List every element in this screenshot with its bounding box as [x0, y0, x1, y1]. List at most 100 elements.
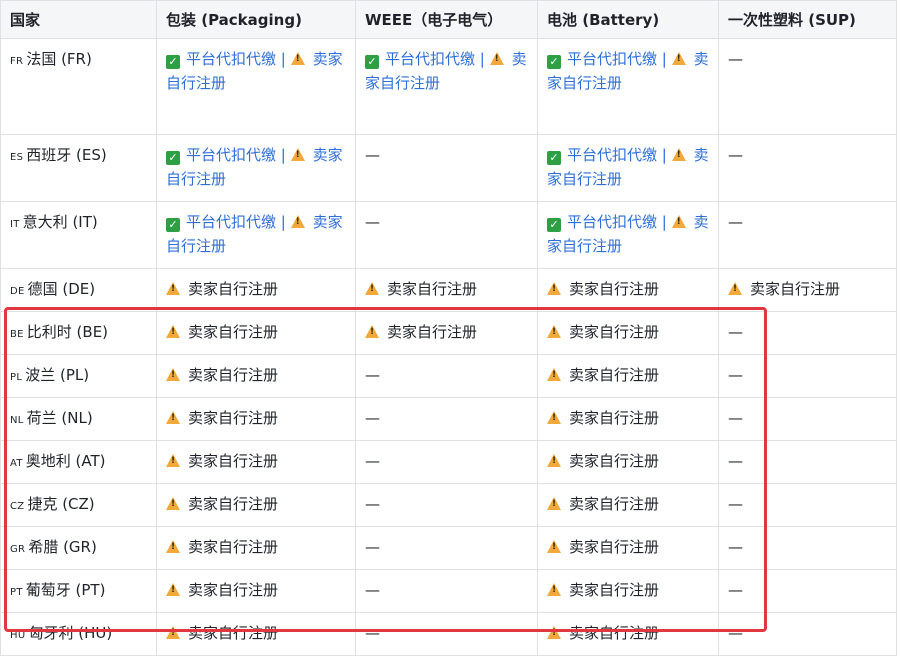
header-country: 国家 [0, 0, 157, 39]
platform-withhold-label: 平台代扣代缴 | [186, 213, 286, 231]
country-code: AT [10, 458, 23, 469]
table-row: IT意大利 (IT)✓平台代扣代缴 | 卖家自行注册—✓平台代扣代缴 | 卖家自… [0, 201, 897, 269]
seller-register-label: 卖家自行注册 [569, 323, 660, 341]
status-cell: ✓平台代扣代缴 | 卖家自行注册 [156, 38, 356, 135]
not-applicable-dash: — [728, 409, 743, 427]
table-row: CZ捷克 (CZ) 卖家自行注册 — 卖家自行注册 — [0, 483, 897, 527]
country-name: 意大利 (IT) [22, 213, 98, 231]
country-cell: FR 法国 (FR) [0, 38, 157, 135]
status-cell: — [718, 201, 897, 269]
warning-icon [547, 411, 561, 424]
warning-icon [671, 52, 686, 65]
country-code: PL [10, 372, 23, 383]
status-cell: 卖家自行注册 [156, 397, 356, 441]
warning-icon [547, 325, 561, 338]
header-battery: 电池 (Battery) [537, 0, 719, 39]
country-code: HU [10, 630, 26, 641]
table-row: NL荷兰 (NL) 卖家自行注册 — 卖家自行注册 — [0, 397, 897, 441]
country-name: 荷兰 (NL) [26, 409, 93, 427]
country-code: DE [10, 286, 25, 297]
seller-register-label: 卖家自行注册 [188, 538, 279, 556]
checkmark-icon: ✓ [547, 218, 561, 232]
seller-register-label: 卖家自行注册 [569, 452, 660, 470]
table-row: BE比利时 (BE) 卖家自行注册 卖家自行注册 卖家自行注册 — [0, 311, 897, 355]
table-header-row: 国家 包装 (Packaging) WEEE（电子电气） 电池 (Battery… [0, 0, 897, 39]
seller-register-label: 卖家自行注册 [188, 366, 279, 384]
not-applicable-dash: — [728, 50, 743, 68]
table-body: FR法国 (FR) ✓ 平台代扣代缴 | 卖家自行注册 ✓ 平台代扣代缴 | 卖家自行注… [0, 38, 897, 656]
warning-icon [166, 368, 180, 381]
status-cell: ✓平台代扣代缴 | 卖家自行注册 [537, 38, 719, 135]
warning-icon [166, 325, 180, 338]
seller-register-label: 卖家自行注册 [569, 538, 660, 556]
not-applicable-dash: — [728, 538, 743, 556]
warning-icon [166, 626, 180, 639]
header-weee: WEEE（电子电气） [355, 0, 538, 39]
status-cell: 卖家自行注册 [156, 526, 356, 570]
status-cell: 卖家自行注册 [537, 569, 719, 613]
warning-icon [166, 497, 180, 510]
country-name: 西班牙 (ES) [26, 146, 107, 164]
seller-register-label: 卖家自行注册 [569, 409, 660, 427]
country-code: ES [10, 152, 24, 163]
checkmark-icon: ✓ [365, 55, 379, 69]
table-row: FR法国 (FR)✓平台代扣代缴 | 卖家自行注册✓平台代扣代缴 | 卖家自行注… [0, 38, 897, 135]
seller-register-label: 卖家自行注册 [387, 323, 478, 341]
status-cell: 卖家自行注册 [156, 483, 356, 527]
status-cell: ✓平台代扣代缴 | 卖家自行注册 [537, 134, 719, 202]
country-cell: ES 西班牙 (ES) [0, 134, 157, 202]
table-row: AT奥地利 (AT) 卖家自行注册 — 卖家自行注册 — [0, 440, 897, 484]
country-cell: AT 奥地利 (AT) [0, 440, 157, 484]
seller-register-label: 卖家自行注册 [188, 495, 279, 513]
status-cell: 卖家自行注册 [537, 440, 719, 484]
seller-register-label: 卖家自行注册 [188, 452, 279, 470]
country-code: GR [10, 544, 26, 555]
warning-icon [547, 368, 561, 381]
status-cell: ✓平台代扣代缴 | 卖家自行注册 [156, 201, 356, 269]
country-cell: DE 德国 (DE) [0, 268, 157, 312]
country-name: 奥地利 (AT) [25, 452, 106, 470]
table-row: ES西班牙 (ES)✓平台代扣代缴 | 卖家自行注册—✓平台代扣代缴 | 卖家自… [0, 134, 897, 202]
not-applicable-dash: — [728, 452, 743, 470]
checkmark-icon: ✓ [166, 218, 180, 232]
country-name: 法国 (FR) [26, 50, 92, 68]
status-cell: 卖家自行注册 [355, 268, 538, 312]
country-name: 比利时 (BE) [26, 323, 109, 341]
not-applicable-dash: — [365, 409, 380, 427]
warning-icon [365, 282, 379, 295]
header-sup: 一次性塑料 (SUP) [718, 0, 897, 39]
warning-icon [166, 282, 180, 295]
status-cell: 卖家自行注册 [537, 397, 719, 441]
status-cell: — [355, 201, 538, 269]
not-applicable-dash: — [365, 495, 380, 513]
country-cell: PT 葡萄牙 (PT) [0, 569, 157, 613]
status-cell: — [718, 440, 897, 484]
seller-register-label: 卖家自行注册 [188, 581, 279, 599]
not-applicable-dash: — [365, 366, 380, 384]
platform-withhold-label: 平台代扣代缴 | [186, 146, 286, 164]
status-cell: — [355, 354, 538, 398]
status-cell: 卖家自行注册 [156, 612, 356, 656]
status-cell: 卖家自行注册 [537, 311, 719, 355]
country-code: PT [10, 587, 23, 598]
country-code: BE [10, 329, 24, 340]
not-applicable-dash: — [728, 213, 743, 231]
status-cell: — [355, 397, 538, 441]
seller-register-label: 卖家自行注册 [188, 409, 279, 427]
warning-icon [547, 540, 561, 553]
warning-icon [547, 583, 561, 596]
warning-icon [728, 282, 742, 295]
country-name: 匈牙利 (HU) [28, 624, 113, 642]
status-cell: — [718, 354, 897, 398]
platform-withhold-label: 平台代扣代缴 | [385, 50, 485, 68]
status-cell: 卖家自行注册 [156, 354, 356, 398]
not-applicable-dash: — [365, 624, 380, 642]
status-cell: 卖家自行注册 [537, 268, 719, 312]
status-cell: 卖家自行注册 [156, 569, 356, 613]
warning-icon [547, 497, 561, 510]
platform-withhold-label: 平台代扣代缴 | [567, 146, 667, 164]
country-cell: IT 意大利 (IT) [0, 201, 157, 269]
country-name: 波兰 (PL) [25, 366, 90, 384]
country-cell: GR 希腊 (GR) [0, 526, 157, 570]
status-cell: 卖家自行注册 [537, 612, 719, 656]
